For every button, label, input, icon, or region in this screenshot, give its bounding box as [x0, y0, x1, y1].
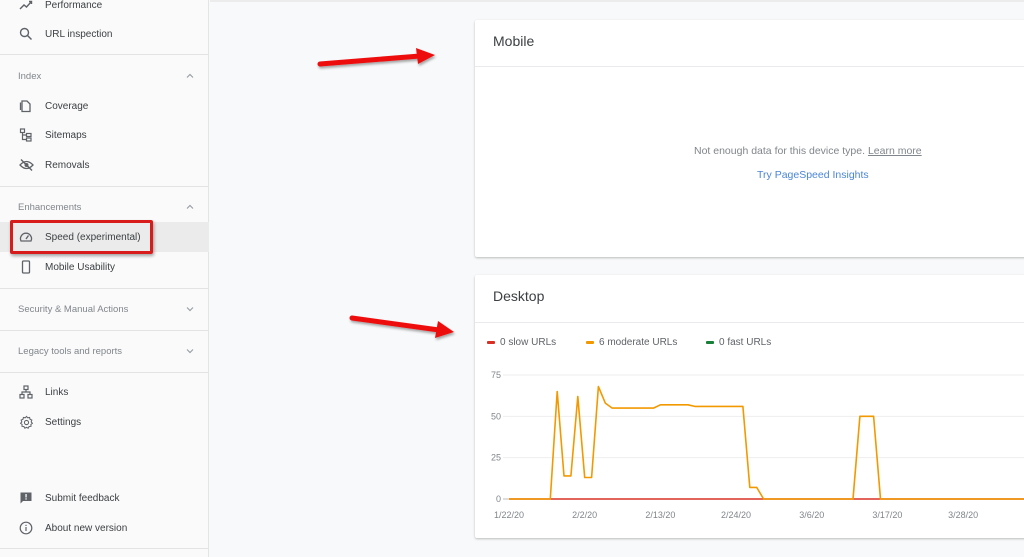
sidebar-divider — [0, 330, 209, 331]
feedback-icon — [18, 490, 34, 506]
coverage-icon — [18, 98, 34, 114]
section-title: Legacy tools and reports — [18, 345, 123, 357]
sidebar-item-sitemaps[interactable]: Sitemaps — [0, 120, 209, 150]
search-icon — [18, 26, 34, 42]
links-icon — [18, 384, 34, 400]
sidebar-item-url-inspection[interactable]: URL inspection — [0, 19, 209, 49]
section-header-index[interactable]: Index — [0, 61, 209, 91]
search-console-app: Performance URL inspection Index Coverag… — [0, 0, 1024, 557]
legend-swatch-fast — [706, 341, 714, 344]
card-title: Desktop — [493, 288, 545, 304]
section-header-legacy[interactable]: Legacy tools and reports — [0, 336, 209, 366]
sidebar-item-label: Links — [45, 386, 69, 398]
section-header-enhancements[interactable]: Enhancements — [0, 192, 209, 222]
no-data-message: Not enough data for this device type. Le… — [694, 145, 922, 157]
sidebar-item-label: Settings — [45, 416, 82, 428]
learn-more-link[interactable]: Learn more — [868, 145, 922, 157]
legend-fast[interactable]: 0 fast URLs — [706, 337, 771, 348]
y-tick-label: 25 — [491, 453, 501, 463]
section-header-security[interactable]: Security & Manual Actions — [0, 294, 209, 324]
annotation-highlight-box — [10, 220, 153, 254]
card-divider — [475, 322, 1024, 323]
mobile-card: Mobile Not enough data for this device t… — [475, 20, 1024, 257]
pagespeed-insights-link[interactable]: Try PageSpeed Insights — [757, 169, 869, 181]
gear-icon — [18, 414, 34, 430]
sidebar-item-removals[interactable]: Removals — [0, 150, 209, 180]
desktop-card: Desktop 0 slow URLs 6 moderate URLs 0 fa… — [475, 275, 1024, 538]
sitemap-icon — [18, 127, 34, 143]
sidebar-divider — [0, 288, 209, 289]
x-tick-label: 3/6/20 — [799, 510, 824, 520]
sidebar-item-label: URL inspection — [45, 28, 113, 40]
sidebar-divider — [0, 186, 209, 187]
trending-up-icon — [18, 0, 34, 13]
x-tick-label: 1/22/20 — [494, 510, 524, 520]
sidebar-item-performance[interactable]: Performance — [0, 0, 209, 20]
chevron-up-icon — [186, 204, 194, 209]
y-tick-label: 0 — [496, 494, 501, 504]
chevron-down-icon — [186, 307, 194, 312]
legend-label: 6 moderate URLs — [599, 337, 678, 348]
legend-moderate[interactable]: 6 moderate URLs — [586, 337, 677, 348]
legend-swatch-slow — [487, 341, 495, 344]
sidebar: Performance URL inspection Index Coverag… — [0, 0, 209, 557]
sidebar-item-label: Removals — [45, 159, 90, 171]
y-tick-label: 75 — [491, 370, 501, 380]
info-icon — [18, 520, 34, 536]
x-tick-label: 2/13/20 — [645, 510, 675, 520]
card-title: Mobile — [493, 33, 535, 49]
sidebar-divider — [0, 548, 209, 549]
legend-label: 0 slow URLs — [500, 337, 557, 348]
section-title: Index — [18, 70, 42, 82]
x-tick-label: 2/24/20 — [721, 510, 751, 520]
sidebar-item-submit-feedback[interactable]: Submit feedback — [0, 483, 209, 513]
card-divider — [475, 66, 1024, 67]
sidebar-item-about-new-version[interactable]: About new version — [0, 513, 209, 543]
chevron-down-icon — [186, 349, 194, 354]
no-data-text: Not enough data for this device type. — [694, 145, 866, 157]
x-tick-label: 2/2/20 — [572, 510, 597, 520]
chevron-up-icon — [186, 73, 194, 78]
phone-icon — [18, 259, 34, 275]
x-tick-label: 3/28/20 — [948, 510, 978, 520]
top-border — [210, 0, 1024, 2]
legend-slow[interactable]: 0 slow URLs — [487, 337, 556, 348]
sidebar-divider — [0, 372, 209, 373]
x-tick-label: 3/17/20 — [872, 510, 902, 520]
legend-label: 0 fast URLs — [719, 337, 772, 348]
annotation-arrow-mobile — [317, 48, 435, 67]
legend-swatch-moderate — [586, 341, 594, 344]
desktop-speed-chart: 0 25 50 75 1/22/20 2/2/20 2/13/20 2/24/20 3/6/20… — [491, 370, 1024, 520]
sidebar-item-mobile-usability[interactable]: Mobile Usability — [0, 252, 209, 282]
sidebar-item-label: Performance — [45, 0, 103, 11]
sidebar-item-links[interactable]: Links — [0, 377, 209, 407]
sidebar-item-label: Coverage — [45, 100, 89, 112]
annotation-arrow-desktop — [349, 315, 454, 338]
series-line-moderate — [509, 385, 1024, 500]
sidebar-item-settings[interactable]: Settings — [0, 407, 209, 437]
eye-off-icon — [18, 157, 34, 173]
section-title: Security & Manual Actions — [18, 303, 129, 315]
sidebar-item-label: Mobile Usability — [45, 261, 116, 273]
section-title: Enhancements — [18, 201, 82, 213]
y-tick-label: 50 — [491, 411, 501, 421]
sidebar-item-label: Submit feedback — [45, 492, 120, 504]
sidebar-item-label: Sitemaps — [45, 129, 87, 141]
sidebar-item-label: About new version — [45, 522, 128, 534]
sidebar-divider — [0, 54, 209, 55]
sidebar-item-coverage[interactable]: Coverage — [0, 91, 209, 121]
